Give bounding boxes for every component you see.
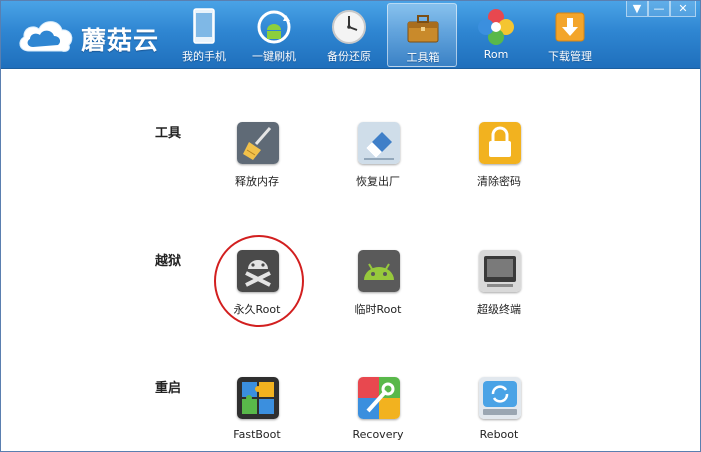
broom-icon — [237, 122, 279, 164]
toolbox-icon — [407, 15, 439, 43]
puzzle-icon — [237, 377, 279, 419]
tool-recovery[interactable]: Recovery — [338, 377, 418, 447]
window-controls: ▼ — ✕ — [626, 1, 696, 19]
nav-toolbox[interactable]: 工具箱 — [387, 3, 457, 67]
app-name: 蘑菇云 — [81, 26, 160, 55]
nav-download-manager[interactable]: 下载管理 — [535, 3, 605, 67]
tool-label: 临时Root — [354, 303, 402, 316]
tool-label: 清除密码 — [477, 175, 521, 188]
android-refresh-icon — [257, 10, 291, 44]
phone-icon — [193, 8, 215, 44]
tool-temporary-root[interactable]: 临时Root — [338, 250, 418, 320]
toolbox-panel: 工具 释放内存 恢复出厂 清除密码 越狱 永久Root 临时Root 超级终端 … — [1, 70, 700, 451]
tool-clear-password[interactable]: 清除密码 — [459, 122, 539, 192]
nav-rom[interactable]: Rom — [461, 3, 531, 67]
tool-fastboot[interactable]: FastBoot — [217, 377, 297, 447]
app-logo: 蘑菇云 — [15, 13, 165, 57]
tool-permanent-root[interactable]: 永久Root — [217, 250, 297, 320]
nav-label: 工具箱 — [406, 51, 440, 64]
tool-label: Recovery — [352, 428, 404, 441]
tool-factory-reset[interactable]: 恢复出厂 — [338, 122, 418, 192]
android-green-icon — [358, 250, 400, 292]
close-button[interactable]: ✕ — [670, 1, 696, 17]
menu-button[interactable]: ▼ — [626, 1, 648, 17]
app-window: 蘑菇云 我的手机 一键刷机 备份还原 工具箱 Rom 下载管理 ▼ — ✕ 工具… — [0, 0, 701, 452]
tool-reboot[interactable]: Reboot — [459, 377, 539, 447]
terminal-icon — [479, 250, 521, 292]
nav-label: 备份还原 — [327, 50, 371, 63]
nav-one-click-flash[interactable]: 一键刷机 — [239, 3, 309, 67]
wrench-icon — [358, 377, 400, 419]
top-toolbar: 蘑菇云 我的手机 一键刷机 备份还原 工具箱 Rom 下载管理 ▼ — ✕ — [1, 1, 700, 69]
clock-icon — [332, 10, 366, 44]
nav-my-phone[interactable]: 我的手机 — [169, 3, 239, 67]
nav-label: Rom — [483, 48, 509, 61]
eraser-icon — [358, 122, 400, 164]
tool-label: 超级终端 — [477, 303, 521, 316]
tool-label: 永久Root — [233, 303, 281, 316]
rom-petals-icon — [478, 9, 514, 45]
nav-label: 一键刷机 — [252, 50, 296, 63]
tool-label: 恢复出厂 — [356, 175, 400, 188]
minimize-button[interactable]: — — [648, 1, 670, 17]
tool-super-terminal[interactable]: 超级终端 — [459, 250, 539, 320]
nav-label: 下载管理 — [548, 50, 592, 63]
nav-label: 我的手机 — [182, 50, 226, 63]
section-label-jailbreak: 越狱 — [155, 254, 182, 269]
refresh-drive-icon — [479, 377, 521, 419]
lock-icon — [479, 122, 521, 164]
tool-label: 释放内存 — [235, 175, 279, 188]
download-icon — [555, 12, 585, 42]
section-label-tools: 工具 — [155, 126, 182, 141]
nav-backup-restore[interactable]: 备份还原 — [314, 3, 384, 67]
android-crossbones-icon — [237, 250, 279, 292]
tool-label: Reboot — [479, 428, 519, 441]
tool-free-memory[interactable]: 释放内存 — [217, 122, 297, 192]
section-label-reboot: 重启 — [155, 381, 182, 396]
cloud-icon — [19, 21, 73, 52]
tool-label: FastBoot — [233, 428, 281, 441]
